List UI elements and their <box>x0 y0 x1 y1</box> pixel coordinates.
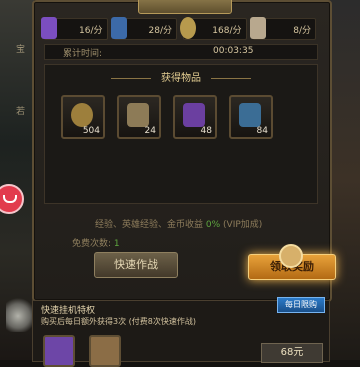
stat-value: 28/分 <box>148 26 173 36</box>
coin-icon <box>71 103 93 127</box>
blue-scroll-icon <box>110 17 127 39</box>
rate-row: 16/分 28/分 168/分 8/分 <box>41 17 316 40</box>
bonus-suffix: (VIP加成) <box>223 220 263 230</box>
side-label-top: 宝 <box>16 45 26 55</box>
rewards-section: 获得物品 504 24 48 84 经验、英雄经验、金币收益 0% (VIP加成… <box>44 64 318 230</box>
elapsed-time-value: 00:03:35 <box>213 46 254 56</box>
side-label-mid: 若 <box>16 107 26 117</box>
scroll-icon <box>127 103 149 127</box>
privilege-panel: 快速挂机特权 购买后每日额外获得3次 (付费8次快速作战) 每日限购 68元 <box>32 297 330 367</box>
afk-reward-panel: 16/分 28/分 168/分 8/分 累计时间: 00:03:35 获得物品 … <box>32 0 336 302</box>
elapsed-time-row: 累计时间: 00:03:35 <box>44 44 318 60</box>
purple-gem-icon <box>43 335 75 367</box>
bone-icon <box>249 17 266 39</box>
scroll-item[interactable]: 24 <box>117 95 161 139</box>
item-qty: 504 <box>82 126 100 136</box>
bottle-icon <box>239 103 261 127</box>
free-count: 免费次数: 1 <box>72 236 120 249</box>
stat-value: 16/分 <box>79 26 103 36</box>
stat-gold: 168/分 <box>180 17 247 40</box>
hand-pointer-icon <box>279 244 303 268</box>
scroll-icon <box>89 335 121 367</box>
reward-items: 504 24 48 84 <box>61 95 273 139</box>
purple-gem-icon <box>183 103 205 127</box>
stat-value: 168/分 <box>212 26 242 36</box>
coin-icon <box>180 17 196 39</box>
panel-title-tab <box>138 0 232 14</box>
free-count-value: 1 <box>113 239 120 249</box>
buy-price-button[interactable]: 68元 <box>261 343 323 363</box>
coin-item[interactable]: 504 <box>61 95 105 139</box>
bonus-percent: 0% <box>205 220 221 230</box>
purple-gem-icon <box>41 17 57 39</box>
stat-purple-gem: 16/分 <box>41 17 108 40</box>
privilege-title: 快速挂机特权 <box>41 306 96 316</box>
free-count-label: 免费次数: <box>72 239 112 249</box>
item-qty: 48 <box>200 126 212 136</box>
bonus-prefix: 经验、英雄经验、金币收益 <box>95 220 204 230</box>
stat-value: 8/分 <box>293 26 311 36</box>
rewards-title: 获得物品 <box>45 69 317 84</box>
daily-limit-badge: 每日限购 <box>277 297 325 313</box>
stat-blue-scroll: 28/分 <box>110 17 177 40</box>
item-qty: 24 <box>144 126 156 136</box>
item-qty: 84 <box>256 126 268 136</box>
elapsed-time-label: 累计时间: <box>63 49 103 59</box>
stat-bone: 8/分 <box>249 17 316 40</box>
gem-item[interactable]: 48 <box>173 95 217 139</box>
bottle-item[interactable]: 84 <box>229 95 273 139</box>
bonus-line: 经验、英雄经验、金币收益 0% (VIP加成) <box>95 217 262 230</box>
quick-battle-button[interactable]: 快速作战 <box>94 252 178 278</box>
privilege-desc: 购买后每日额外获得3次 (付费8次快速作战) <box>41 317 196 326</box>
